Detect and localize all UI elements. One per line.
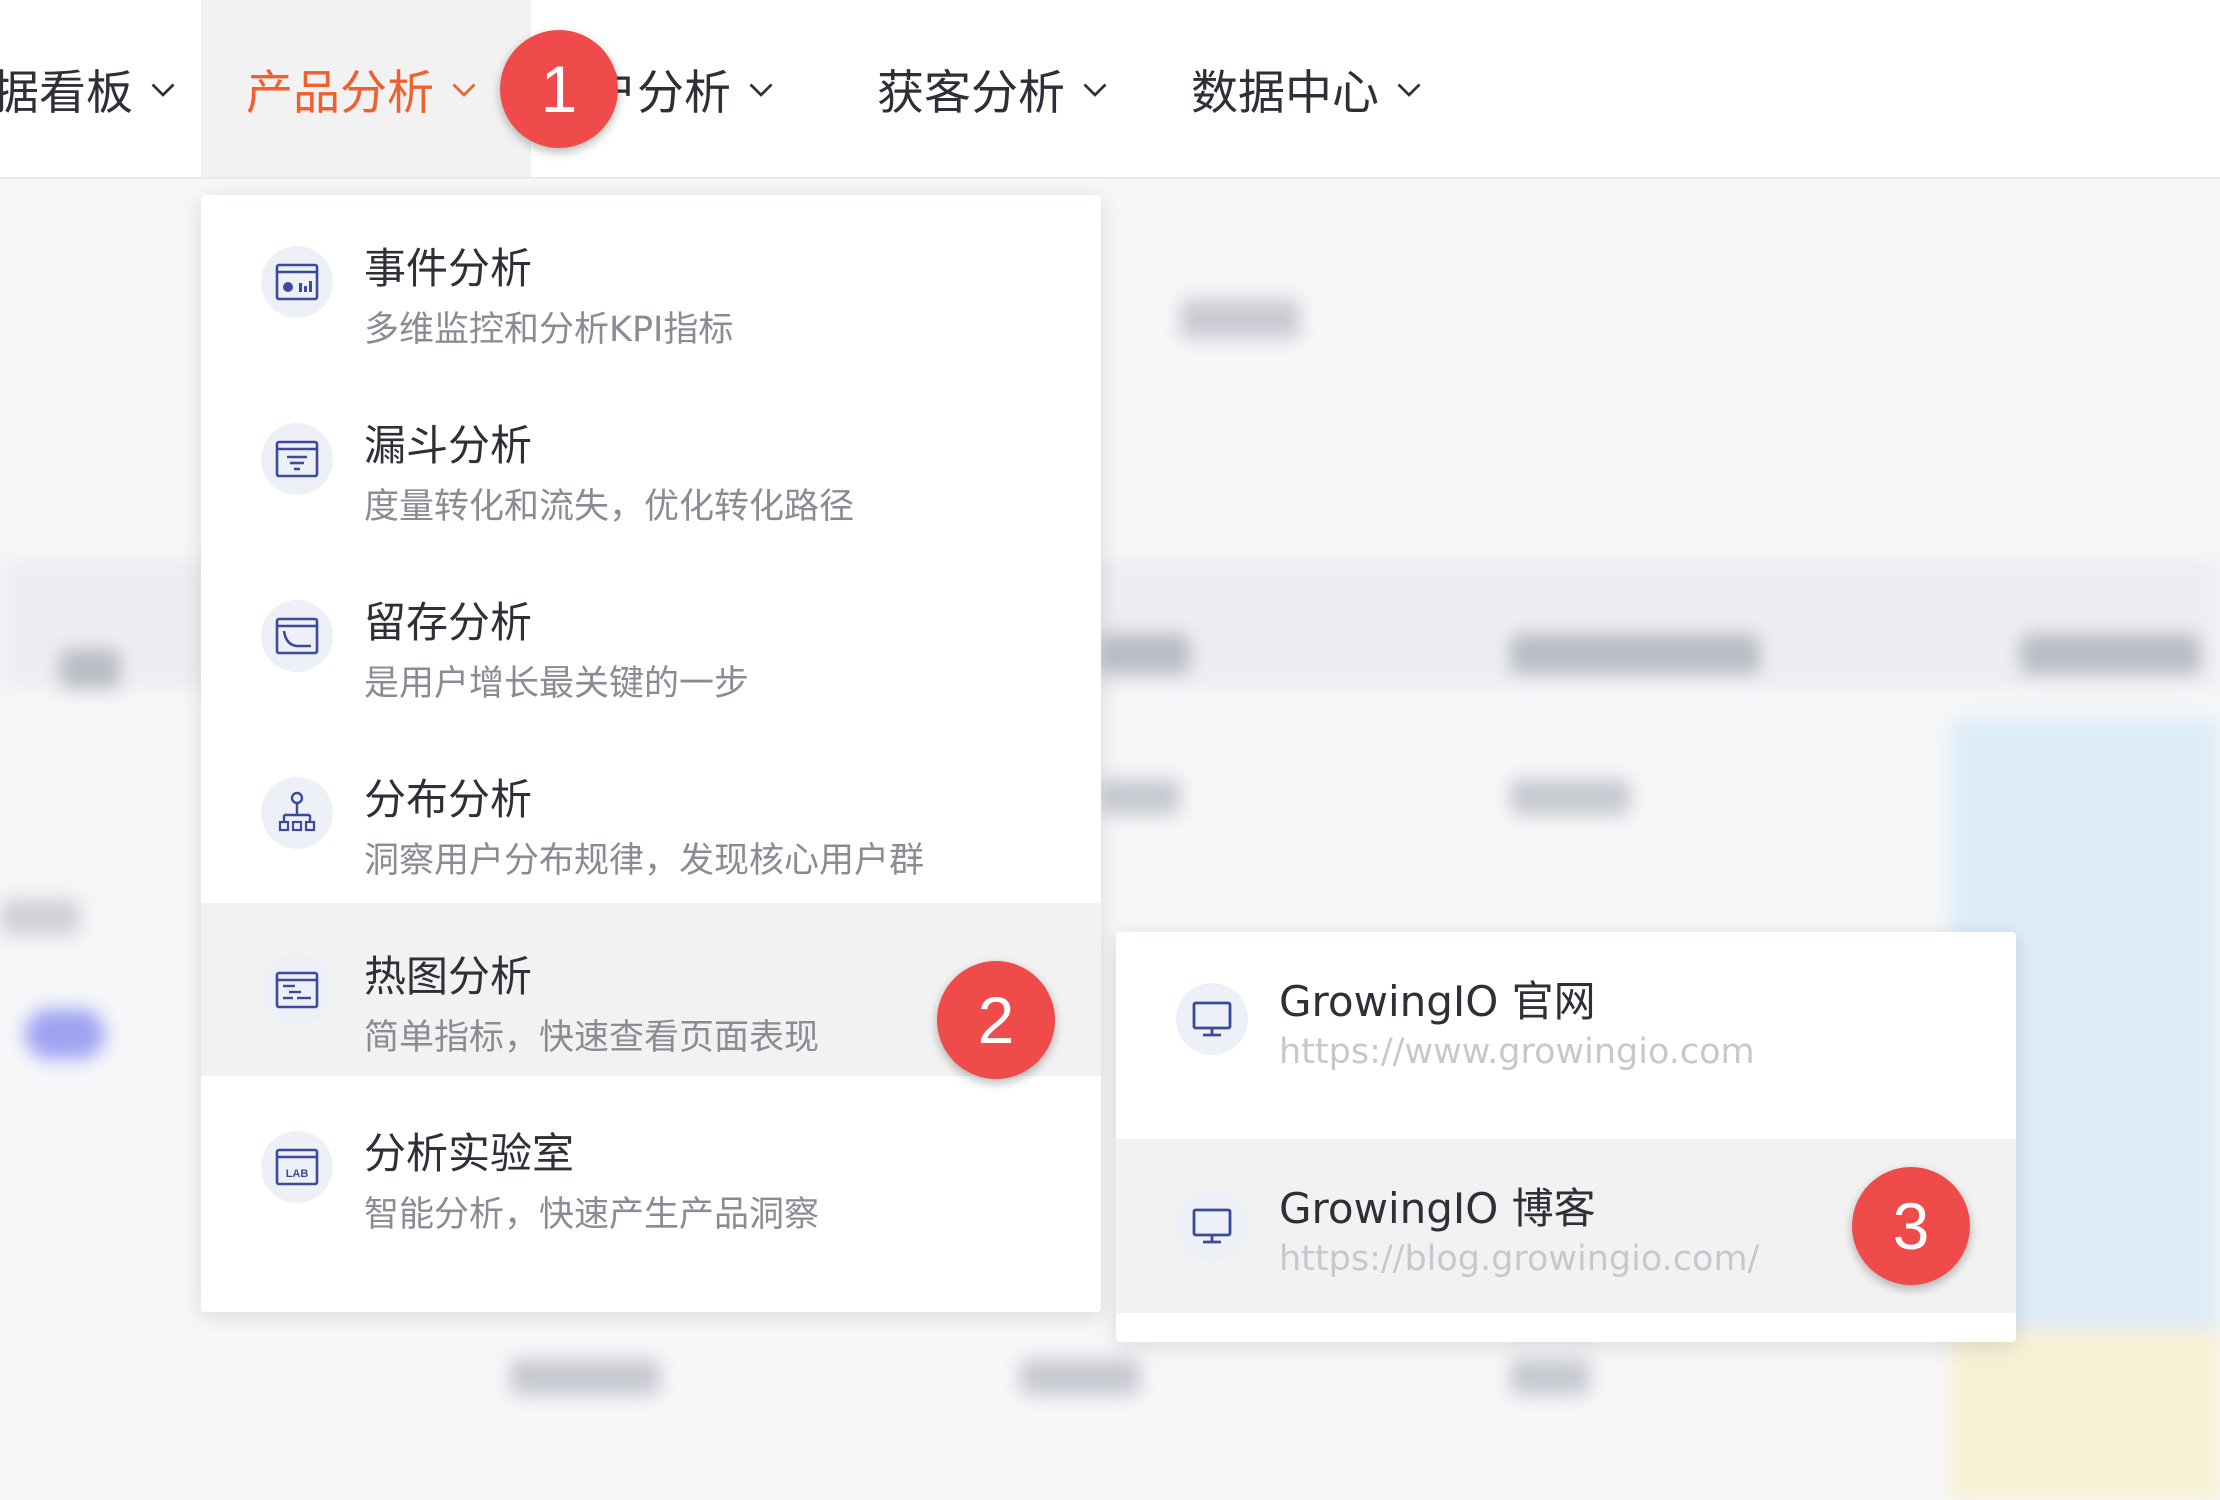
menu-item-title: 事件分析 xyxy=(364,244,533,293)
menu-item-title: 分析实验室 xyxy=(364,1129,575,1178)
chevron-down-icon xyxy=(749,83,773,97)
chevron-down-icon xyxy=(452,83,476,97)
nav-item-label: 获客分析 xyxy=(877,66,1065,121)
distribution-tree-icon xyxy=(261,776,333,849)
menu-item-title: 留存分析 xyxy=(364,598,533,647)
monitor-icon xyxy=(1176,1190,1248,1262)
nav-item-product-analysis[interactable]: 产品分析 xyxy=(201,0,531,177)
heatmap-icon xyxy=(261,953,333,1026)
menu-item-desc: 简单指标，快速查看页面表现 xyxy=(364,1018,820,1058)
menu-item-event-analysis[interactable]: 事件分析 多维监控和分析KPI指标 xyxy=(201,195,1101,368)
submenu-item-url: https://www.growingio.com xyxy=(1279,1032,1755,1072)
menu-item-funnel-analysis[interactable]: 漏斗分析 度量转化和流失，优化转化路径 xyxy=(201,372,1101,545)
nav-item-user-analysis[interactable]: 户分析 xyxy=(590,0,779,177)
chevron-down-icon xyxy=(1397,83,1421,97)
nav-item-acquisition-analysis[interactable]: 获客分析 xyxy=(877,0,1113,177)
nav-item-label: 据看板 xyxy=(0,66,133,121)
lab-icon-text: LAB xyxy=(286,1168,309,1180)
submenu-item-title: GrowingIO 博客 xyxy=(1279,1184,1596,1233)
heatmap-site-submenu: GrowingIO 官网 https://www.growingio.com G… xyxy=(1116,932,2016,1342)
nav-item-data-center[interactable]: 数据中心 xyxy=(1191,0,1427,177)
event-chart-icon xyxy=(261,245,333,318)
menu-item-desc: 智能分析，快速产生产品洞察 xyxy=(364,1195,820,1235)
menu-item-distribution-analysis[interactable]: 分布分析 洞察用户分布规律，发现核心用户群 xyxy=(201,726,1101,899)
menu-item-title: 热图分析 xyxy=(364,952,533,1001)
step-badge: 1 xyxy=(500,30,618,148)
menu-item-title: 漏斗分析 xyxy=(364,421,533,470)
step-badge: 3 xyxy=(1852,1167,1970,1285)
top-nav: 据看板 产品分析 户分析 获客分析 数据中心 xyxy=(0,0,2220,179)
submenu-item-url: https://blog.growingio.com/ xyxy=(1279,1239,1760,1279)
menu-item-desc: 洞察用户分布规律，发现核心用户群 xyxy=(364,841,925,881)
submenu-item-title: GrowingIO 官网 xyxy=(1279,977,1596,1026)
menu-item-retention-analysis[interactable]: 留存分析 是用户增长最关键的一步 xyxy=(201,549,1101,722)
monitor-icon xyxy=(1176,983,1248,1055)
menu-item-desc: 多维监控和分析KPI指标 xyxy=(364,310,734,350)
nav-item-dashboard[interactable]: 据看板 xyxy=(0,0,181,177)
submenu-item-official-site[interactable]: GrowingIO 官网 https://www.growingio.com xyxy=(1116,932,2016,1106)
menu-item-analysis-lab[interactable]: LAB 分析实验室 智能分析，快速产生产品洞察 xyxy=(201,1080,1101,1253)
menu-item-desc: 是用户增长最关键的一步 xyxy=(364,664,750,704)
funnel-icon xyxy=(261,422,333,495)
chevron-down-icon xyxy=(1083,83,1107,97)
retention-curve-icon xyxy=(261,599,333,672)
chevron-down-icon xyxy=(151,83,175,97)
nav-item-label: 数据中心 xyxy=(1191,66,1379,121)
menu-item-desc: 度量转化和流失，优化转化路径 xyxy=(364,487,855,527)
menu-item-title: 分布分析 xyxy=(364,775,533,824)
step-badge: 2 xyxy=(937,961,1055,1079)
nav-item-label: 产品分析 xyxy=(246,66,434,121)
product-analysis-dropdown: 事件分析 多维监控和分析KPI指标 漏斗分析 度量转化和流失，优化转化路径 留存… xyxy=(201,195,1101,1312)
lab-icon: LAB xyxy=(261,1130,333,1203)
